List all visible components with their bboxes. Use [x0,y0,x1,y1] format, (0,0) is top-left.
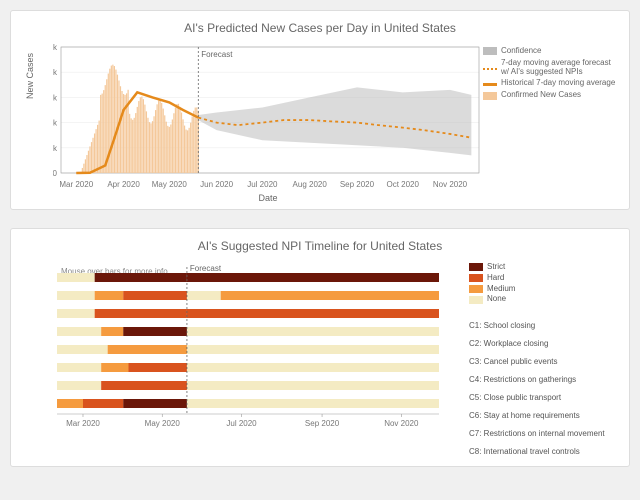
y-axis-label: New Cases [25,53,35,99]
chart-title: AI's Predicted New Cases per Day in Unit… [21,21,619,35]
timeline-row-C2: C2: Workplace closing [469,334,619,352]
swatch-confidence-icon [483,47,497,55]
cases-legend: Confidence 7-day moving average forecast… [483,41,619,203]
svg-text:Jul 2020: Jul 2020 [247,180,278,189]
cases-svg: 0 10k 20k 30k 40k 50k Mar 2020 Apr 2020 May 2020… [53,41,483,191]
svg-text:40k: 40k [53,68,58,77]
timeline-row-C5: C5: Close public transport [469,388,619,406]
svg-text:30k: 30k [53,93,58,102]
swatch-medium-icon [469,285,483,293]
swatch-strict-icon [469,263,483,271]
legend-forecast: 7-day moving average forecast w/ AI's su… [483,59,619,77]
timeline-row-C3: C3: Cancel public events [469,352,619,370]
svg-text:Sep 2020: Sep 2020 [340,180,375,189]
svg-text:10k: 10k [53,144,58,153]
svg-text:Apr 2020: Apr 2020 [107,180,140,189]
svg-text:Mar 2020: Mar 2020 [59,180,93,189]
svg-text:50k: 50k [53,43,58,52]
timeline-row-C6: C6: Stay at home requirements [469,406,619,424]
swatch-bars-icon [483,92,497,100]
cases-plot[interactable]: New Cases 010k20k30k40k50kMar 2020Apr 20… [53,41,483,203]
swatch-hard-icon [469,274,483,282]
svg-text:Jun 2020: Jun 2020 [200,180,233,189]
timeline-legend: Strict Hard Medium None [469,259,609,306]
timeline-title: AI's Suggested NPI Timeline for United S… [21,239,619,253]
swatch-historical-icon [483,83,497,86]
svg-text:0: 0 [53,169,58,178]
svg-text:May 2020: May 2020 [152,180,188,189]
swatch-forecast-icon [483,68,497,70]
svg-text:May 2020: May 2020 [145,419,181,428]
npi-timeline-panel: AI's Suggested NPI Timeline for United S… [10,228,630,467]
legend-none: None [469,295,609,304]
timeline-row-labels: C1: School closingC2: Workplace closingC… [469,306,619,460]
swatch-none-icon [469,296,483,304]
timeline-plot[interactable]: Mar 2020 May 2020 Jul 2020 Sep 2020 Nov 2020… [53,259,469,460]
cases-chart-panel: AI's Predicted New Cases per Day in Unit… [10,10,630,210]
timeline-svg: Mar 2020 May 2020 Jul 2020 Sep 2020 Nov 2020… [53,259,443,429]
legend-hard: Hard [469,274,609,283]
svg-text:Nov 2020: Nov 2020 [433,180,468,189]
timeline-row-C8: C8: International travel controls [469,442,619,460]
svg-text:20k: 20k [53,119,58,128]
svg-text:Oct 2020: Oct 2020 [386,180,419,189]
legend-confidence: Confidence [483,47,619,56]
legend-historical: Historical 7-day moving average [483,79,619,88]
legend-strict: Strict [469,263,609,272]
svg-text:Jul 2020: Jul 2020 [226,419,257,428]
svg-text:Nov 2020: Nov 2020 [384,419,419,428]
x-axis-label: Date [53,193,483,203]
svg-text:Mar 2020: Mar 2020 [66,419,100,428]
svg-text:Forecast: Forecast [201,50,233,59]
svg-text:Sep 2020: Sep 2020 [305,419,340,428]
legend-medium: Medium [469,285,609,294]
svg-text:Forecast: Forecast [190,264,222,273]
timeline-row-C1: C1: School closing [469,316,619,334]
timeline-row-C4: C4: Restrictions on gatherings [469,370,619,388]
timeline-row-C7: C7: Restrictions on internal movement [469,424,619,442]
svg-text:Aug 2020: Aug 2020 [293,180,328,189]
legend-bars: Confirmed New Cases [483,91,619,100]
